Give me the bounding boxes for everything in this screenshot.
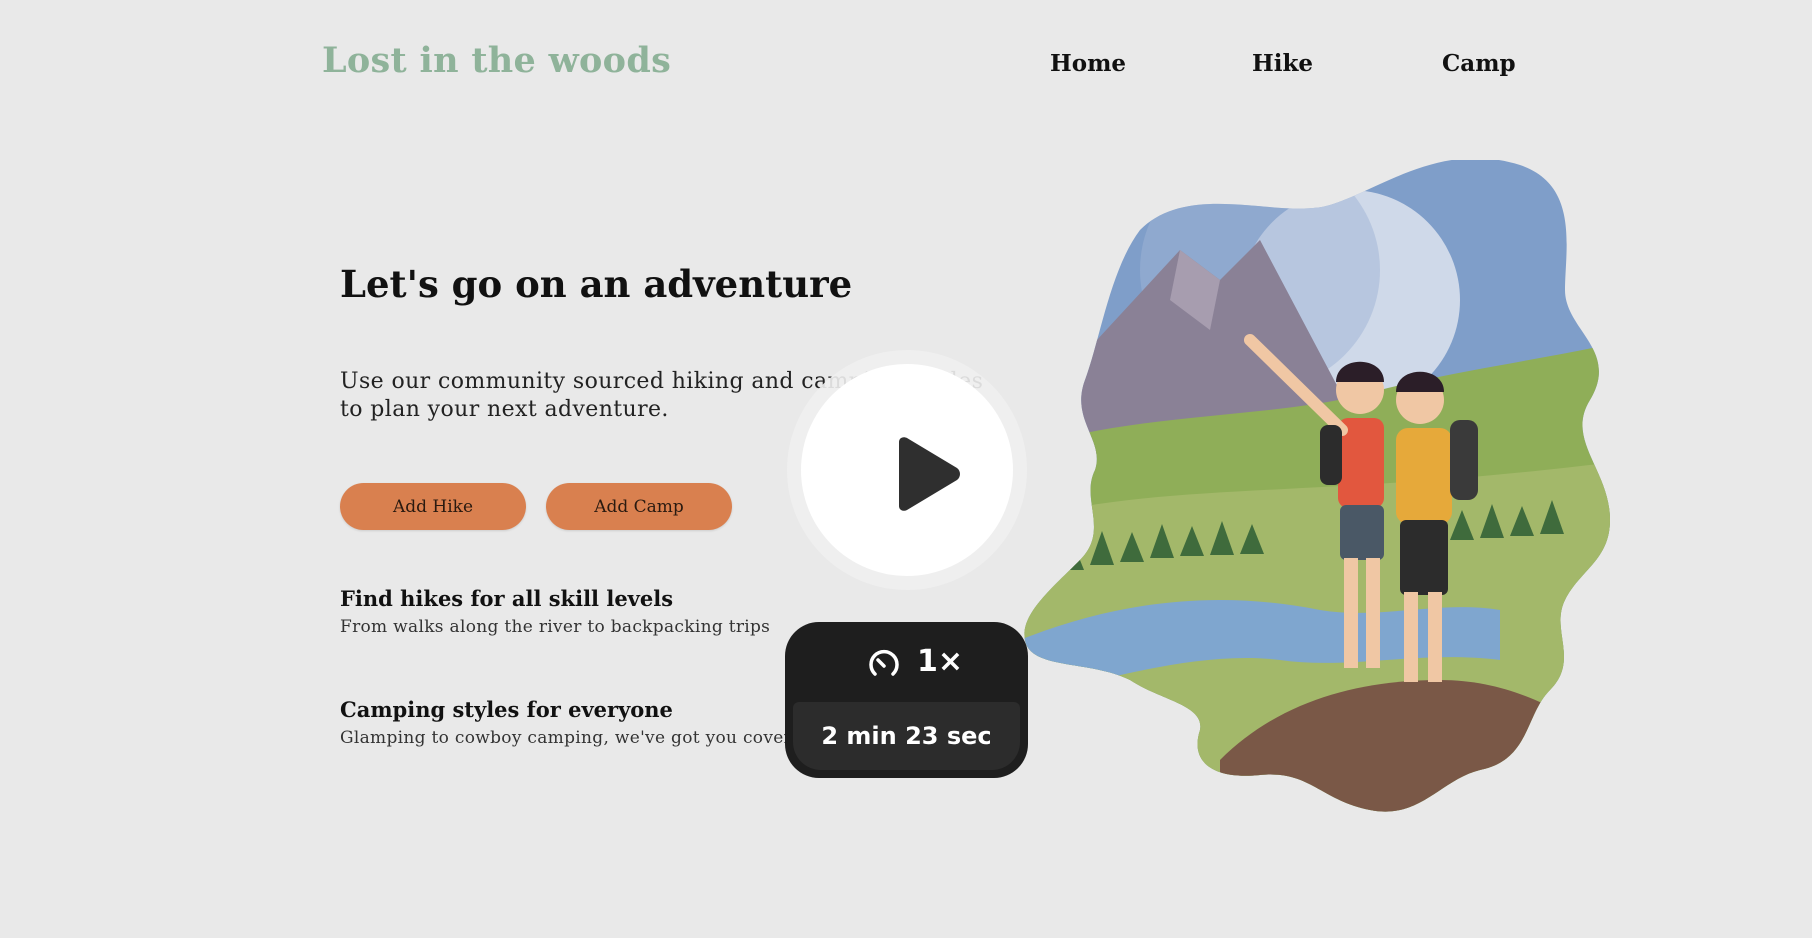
feature-camping: Camping styles for everyone Glamping to …	[340, 697, 814, 748]
feature-title: Find hikes for all skill levels	[340, 586, 674, 611]
add-camp-button[interactable]: Add Camp	[546, 483, 732, 530]
hikers-illustration	[1024, 160, 1610, 812]
nav-link-camp[interactable]: Camp	[1442, 50, 1516, 77]
playback-speed-label: 1×	[917, 644, 964, 679]
hero-title: Let's go on an adventure	[340, 262, 853, 306]
video-duration: 2 min 23 sec	[793, 702, 1020, 770]
play-button[interactable]	[787, 350, 1027, 590]
add-hike-button[interactable]: Add Hike	[340, 483, 526, 530]
play-button-face	[801, 364, 1013, 576]
play-icon	[899, 437, 960, 511]
feature-title: Camping styles for everyone	[340, 697, 673, 722]
nav-link-home[interactable]: Home	[1050, 50, 1126, 77]
landing-page: Lost in the woods Home Hike Camp Let's g…	[0, 0, 1812, 938]
nav-link-hike[interactable]: Hike	[1252, 50, 1313, 77]
speedometer-icon	[869, 649, 899, 676]
playback-panel: 1× 2 min 23 sec	[785, 622, 1028, 778]
main-nav: Home Hike Camp	[1000, 50, 1560, 82]
brand-logo-text[interactable]: Lost in the woods	[322, 40, 671, 81]
feature-subtitle: Glamping to cowboy camping, we've got yo…	[340, 728, 814, 748]
playback-speed-button[interactable]: 1×	[785, 622, 1028, 702]
feature-subtitle: From walks along the river to backpackin…	[340, 617, 771, 637]
feature-hikes: Find hikes for all skill levels From wal…	[340, 586, 770, 637]
